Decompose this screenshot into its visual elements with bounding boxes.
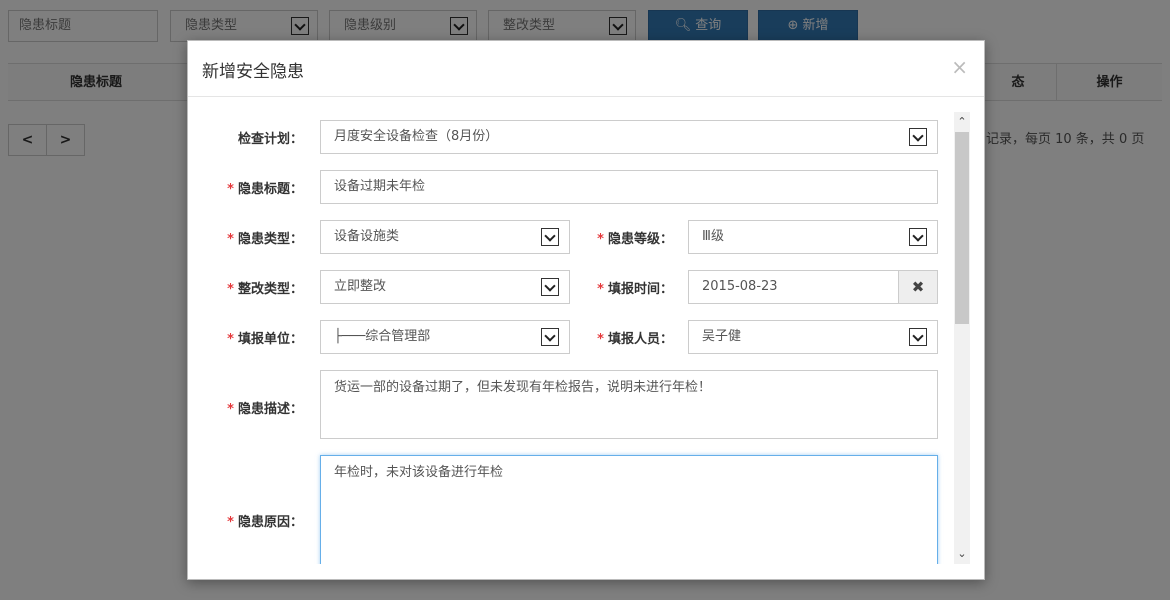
- report-time-label-text: 填报时间：: [607, 282, 673, 297]
- required-mark: *: [227, 332, 234, 347]
- rectify-type-select[interactable]: 立即整改: [320, 270, 570, 304]
- cause-value: 年检时，未对该设备进行年检: [334, 465, 504, 480]
- reporter-value: 吴子健: [702, 329, 742, 344]
- scroll-down-icon[interactable]: ⌄: [954, 544, 970, 564]
- required-mark: *: [597, 282, 604, 297]
- description-textarea[interactable]: 货运一部的设备过期了，但未发现有年检报告，说明未进行年检！: [320, 370, 938, 439]
- hazard-level-label-text: 隐患等级：: [607, 232, 673, 247]
- hazard-title-input[interactable]: 设备过期未年检: [320, 170, 938, 204]
- dialog-title: 新增安全隐患: [202, 62, 304, 82]
- close-icon[interactable]: ×: [951, 55, 968, 79]
- plan-value: 月度安全设备检查（8月份）: [334, 129, 499, 144]
- chevron-down-icon: [541, 278, 559, 296]
- cause-textarea[interactable]: 年检时，未对该设备进行年检: [320, 455, 938, 564]
- report-time-label: * 填报时间：: [578, 278, 673, 297]
- dialog-scrollbar[interactable]: ⌃ ⌄: [954, 112, 970, 564]
- rectify-type-label: * 整改类型：: [208, 278, 303, 297]
- report-unit-label-text: 填报单位：: [237, 332, 303, 347]
- hazard-level-select[interactable]: Ⅲ级: [688, 220, 938, 254]
- hazard-level-label: * 隐患等级：: [578, 228, 673, 247]
- chevron-down-icon: [541, 228, 559, 246]
- plan-label: 检查计划：: [208, 128, 303, 147]
- description-label-text: 隐患描述：: [237, 402, 303, 417]
- hazard-level-value: Ⅲ级: [702, 229, 724, 244]
- reporter-label-text: 填报人员：: [607, 332, 673, 347]
- scrollbar-thumb[interactable]: [955, 132, 969, 324]
- cause-label-text: 隐患原因：: [237, 515, 303, 530]
- dialog-header: 新增安全隐患 ×: [188, 41, 984, 97]
- report-unit-value: ├───综合管理部: [334, 329, 431, 344]
- reporter-select[interactable]: 吴子健: [688, 320, 938, 354]
- hazard-type-label-text: 隐患类型：: [237, 232, 303, 247]
- required-mark: *: [227, 515, 234, 530]
- rectify-type-value: 立即整改: [334, 279, 387, 294]
- report-time-value: 2015-08-23: [702, 279, 778, 294]
- page: 隐患标题 隐患类型 隐患级别 整改类型 🔍︎查询 ⊕新增 隐患标题 态 操作 <…: [0, 0, 1170, 600]
- hazard-type-value: 设备设施类: [334, 229, 400, 244]
- dialog-body: 检查计划： 月度安全设备检查（8月份） * 隐患标题： 设备过期未年检 * 隐患类型…: [188, 98, 984, 564]
- cause-label: * 隐患原因：: [208, 511, 303, 530]
- plan-select[interactable]: 月度安全设备检查（8月份）: [320, 120, 938, 154]
- hazard-type-label: * 隐患类型：: [208, 228, 303, 247]
- report-unit-label: * 填报单位：: [208, 328, 303, 347]
- required-mark: *: [227, 182, 234, 197]
- chevron-down-icon: [541, 328, 559, 346]
- clear-icon[interactable]: ✖: [898, 270, 938, 304]
- description-value: 货运一部的设备过期了，但未发现有年检报告，说明未进行年检！: [334, 380, 712, 395]
- scroll-up-icon[interactable]: ⌃: [954, 112, 970, 132]
- required-mark: *: [227, 402, 234, 417]
- plan-label-text: 检查计划：: [237, 132, 303, 147]
- required-mark: *: [227, 232, 234, 247]
- required-mark: *: [597, 232, 604, 247]
- add-hazard-dialog: 新增安全隐患 × 检查计划： 月度安全设备检查（8月份） * 隐患标题： 设备过期…: [187, 40, 985, 580]
- required-mark: *: [597, 332, 604, 347]
- report-unit-select[interactable]: ├───综合管理部: [320, 320, 570, 354]
- required-mark: *: [227, 282, 234, 297]
- hazard-title-value: 设备过期未年检: [334, 179, 426, 194]
- hazard-type-select[interactable]: 设备设施类: [320, 220, 570, 254]
- reporter-label: * 填报人员：: [578, 328, 673, 347]
- rectify-type-label-text: 整改类型：: [237, 282, 303, 297]
- description-label: * 隐患描述：: [208, 398, 303, 417]
- hazard-title-label: * 隐患标题：: [208, 178, 303, 197]
- chevron-down-icon: [909, 328, 927, 346]
- report-time-input[interactable]: 2015-08-23 ✖: [688, 270, 938, 304]
- chevron-down-icon: [909, 228, 927, 246]
- hazard-title-label-text: 隐患标题：: [237, 182, 303, 197]
- chevron-down-icon: [909, 128, 927, 146]
